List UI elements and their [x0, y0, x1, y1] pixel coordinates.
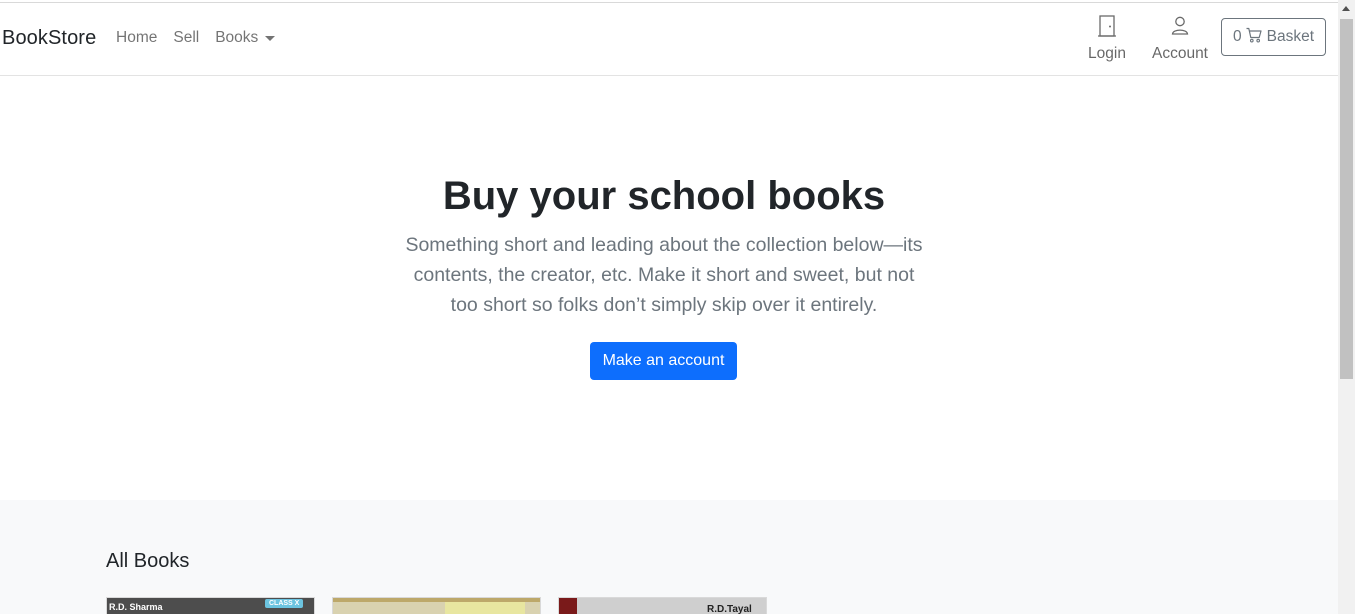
account-label: Account	[1151, 45, 1208, 62]
book-cover-badge: CLASS X	[265, 599, 304, 608]
basket-label: Basket	[1266, 28, 1314, 45]
book-card[interactable]: R.D. Sharma CLASS X	[106, 597, 315, 614]
nav-sell-link[interactable]: Sell	[173, 29, 199, 47]
hero-title: Buy your school books	[442, 174, 886, 218]
book-card[interactable]: R.D.Tayal	[558, 597, 767, 614]
all-books-heading: All Books	[106, 550, 190, 572]
book-card[interactable]	[332, 597, 541, 614]
login-button[interactable]: Login	[1086, 15, 1128, 63]
nav-books-label: Books	[215, 29, 259, 46]
page-scrollbar[interactable]	[1338, 0, 1355, 614]
nav-home-link[interactable]: Home	[116, 29, 157, 47]
login-label: Login	[1088, 45, 1126, 62]
book-cover-spine	[559, 598, 577, 614]
nav-links: Home Sell Books	[116, 29, 291, 47]
person-icon	[1171, 15, 1189, 42]
caret-down-icon	[265, 35, 276, 41]
page-viewport: BookStore Home Sell Books Login Account …	[0, 0, 1338, 614]
account-button[interactable]: Account	[1150, 15, 1210, 63]
book-cover-author: R.D.Tayal	[707, 604, 752, 614]
basket-count: 0	[1232, 28, 1242, 45]
brand-logo-link[interactable]: BookStore	[2, 27, 96, 50]
book-cover-band	[445, 602, 525, 614]
make-account-button[interactable]: Make an account	[590, 342, 737, 380]
all-books-section: All Books R.D. Sharma CLASS X R.D.Tayal	[0, 500, 1338, 614]
scrollbar-thumb[interactable]	[1340, 19, 1353, 379]
basket-button[interactable]: 0 Basket	[1221, 18, 1326, 56]
hero-section: Buy your school books Something short an…	[0, 76, 1338, 500]
scroll-up-arrow-icon[interactable]	[1342, 6, 1350, 11]
hero-lead-text: Something short and leading about the co…	[405, 234, 923, 316]
nav-books-dropdown[interactable]: Books	[215, 29, 276, 47]
cart-icon	[1246, 27, 1267, 48]
door-icon	[1098, 15, 1116, 42]
navbar: BookStore Home Sell Books Login Account …	[0, 3, 1338, 76]
book-cover-author: R.D. Sharma	[109, 602, 163, 612]
